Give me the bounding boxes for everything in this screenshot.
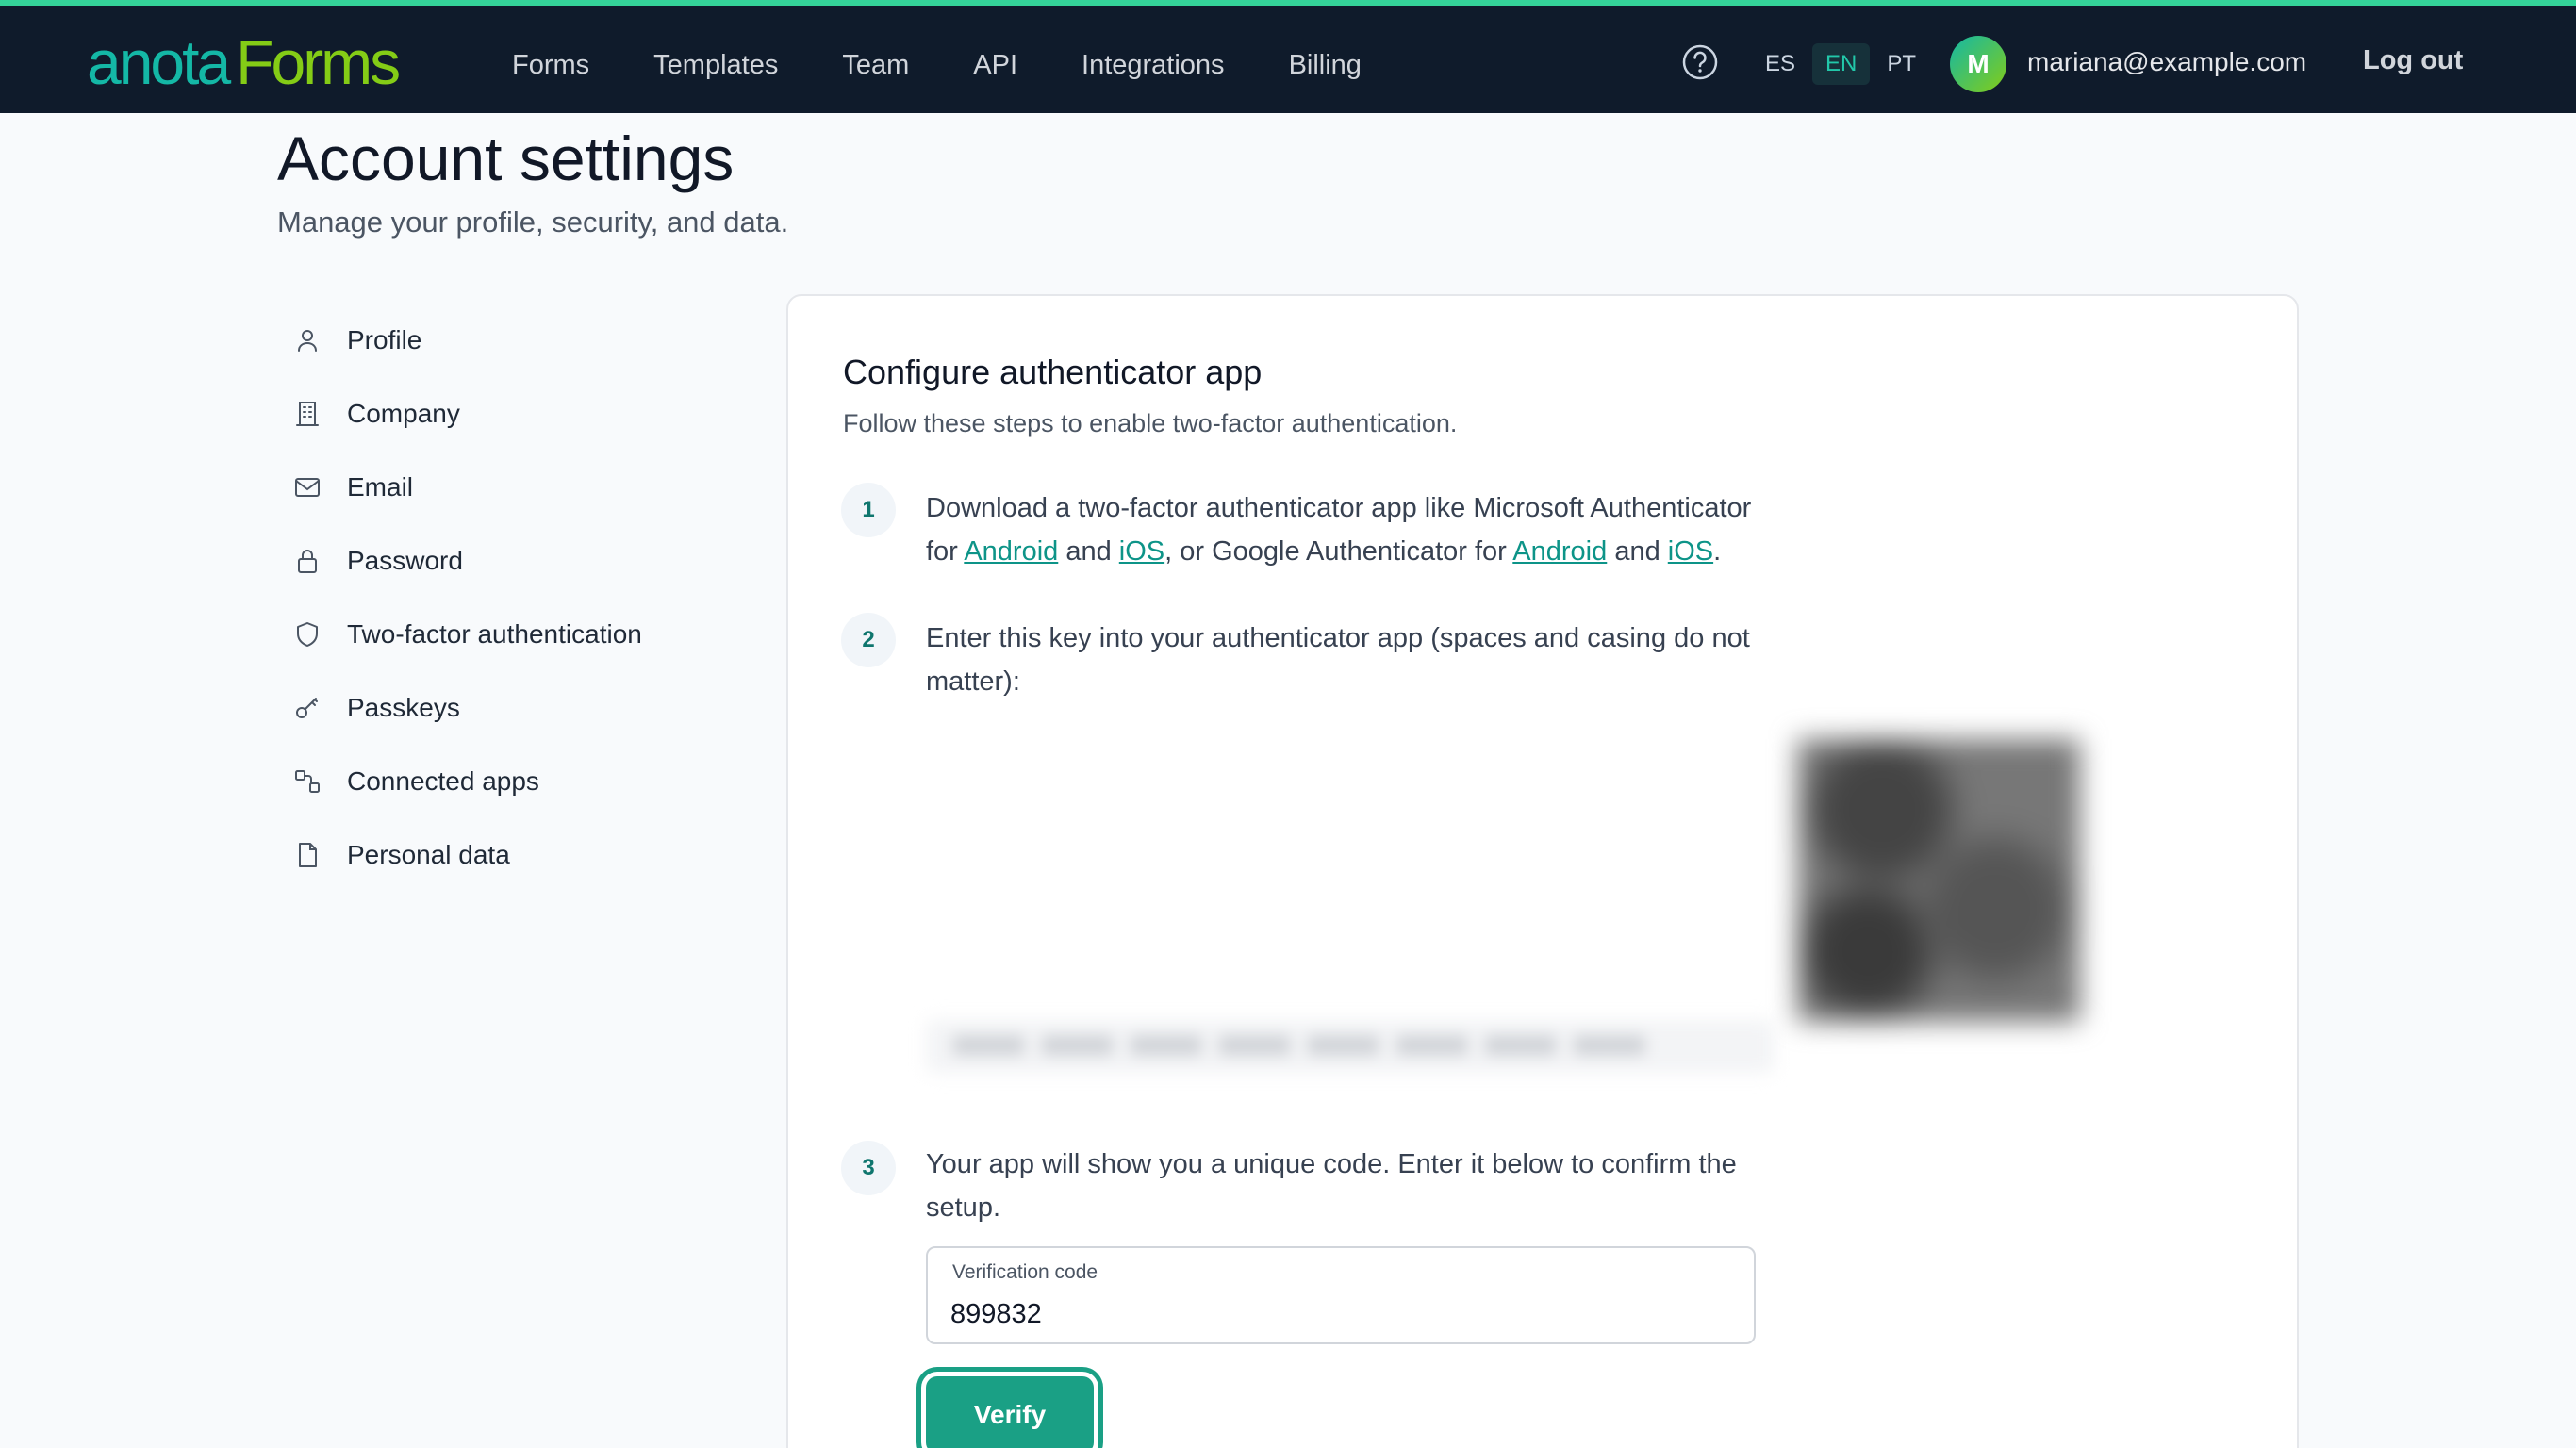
nav-forms[interactable]: Forms bbox=[512, 50, 589, 81]
mail-icon bbox=[295, 478, 320, 497]
main-nav: Forms Templates Team API Integrations Bi… bbox=[512, 11, 1426, 119]
step-3-text: Your app will show you a unique code. En… bbox=[926, 1149, 1737, 1223]
file-icon bbox=[299, 843, 317, 867]
step-1-end: . bbox=[1713, 536, 1722, 567]
avatar[interactable]: M bbox=[1950, 36, 2006, 92]
lang-en[interactable]: EN bbox=[1812, 43, 1871, 85]
sidebar-item-profile[interactable]: Profile bbox=[292, 304, 745, 377]
step-number-3: 3 bbox=[841, 1141, 896, 1195]
building-icon bbox=[296, 402, 319, 426]
step-1-text: Download a two-factor authenticator app … bbox=[926, 486, 1775, 573]
card-subtitle: Follow these steps to enable two-factor … bbox=[843, 409, 1458, 437]
logout-button[interactable]: Log out bbox=[2363, 45, 2463, 76]
sidebar-item-email[interactable]: Email bbox=[292, 451, 745, 524]
brand-logo-part1: anota bbox=[87, 27, 231, 97]
connected-apps-icon bbox=[295, 770, 320, 793]
sidebar-item-label: Connected apps bbox=[347, 766, 539, 796]
android-google-link[interactable]: Android bbox=[1512, 536, 1607, 567]
step-1-and-2: and bbox=[1607, 536, 1668, 567]
sidebar-item-label: Password bbox=[347, 546, 463, 575]
nav-templates[interactable]: Templates bbox=[653, 50, 778, 81]
card-title: Configure authenticator app bbox=[843, 353, 1263, 391]
nav-billing[interactable]: Billing bbox=[1289, 50, 1362, 81]
qr-code-image bbox=[1797, 739, 2080, 1022]
key-icon bbox=[296, 698, 318, 718]
sidebar-item-passkeys[interactable]: Passkeys bbox=[292, 671, 745, 745]
sidebar-item-label: Passkeys bbox=[347, 693, 460, 722]
language-switcher: ES EN PT bbox=[1752, 43, 1933, 85]
nav-api[interactable]: API bbox=[973, 50, 1017, 81]
brand-logo[interactable]: anota Forms bbox=[87, 25, 401, 100]
step-1-and-1: and bbox=[1058, 536, 1119, 567]
sidebar-item-personal-data[interactable]: Personal data bbox=[292, 818, 745, 892]
ios-google-link[interactable]: iOS bbox=[1668, 536, 1713, 567]
sidebar-item-label: Two-factor authentication bbox=[347, 619, 642, 649]
question-circle-icon[interactable] bbox=[1681, 43, 1719, 81]
sidebar-item-password[interactable]: Password bbox=[292, 524, 745, 598]
verify-button[interactable]: Verify bbox=[926, 1376, 1094, 1448]
top-navbar: anota Forms Forms Templates Team API Inte… bbox=[0, 0, 2576, 113]
lang-pt[interactable]: PT bbox=[1874, 43, 1929, 85]
brand-logo-part2: Forms bbox=[236, 27, 401, 97]
sidebar-item-label: Personal data bbox=[347, 840, 510, 869]
page-title: Account settings bbox=[277, 123, 735, 193]
step-2-text: Enter this key into your authenticator a… bbox=[926, 623, 1750, 697]
shield-icon bbox=[297, 622, 318, 647]
verification-code-input[interactable] bbox=[950, 1295, 1724, 1333]
lang-es[interactable]: ES bbox=[1752, 43, 1808, 85]
sidebar-item-label: Company bbox=[347, 399, 460, 428]
user-email[interactable]: mariana@example.com bbox=[2027, 47, 2306, 77]
user-icon bbox=[298, 330, 317, 352]
sidebar-item-two-factor[interactable]: Two-factor authentication bbox=[292, 598, 745, 671]
settings-sidebar: Profile Company Email Password Two-facto… bbox=[292, 304, 745, 892]
nav-team[interactable]: Team bbox=[842, 50, 909, 81]
verification-code-label: Verification code bbox=[952, 1261, 1098, 1283]
sidebar-item-label: Profile bbox=[347, 325, 422, 354]
sidebar-item-company[interactable]: Company bbox=[292, 377, 745, 451]
authenticator-setup-card: Configure authenticator app Follow these… bbox=[786, 294, 2299, 1448]
sidebar-item-connected-apps[interactable]: Connected apps bbox=[292, 745, 745, 818]
step-number-2: 2 bbox=[841, 613, 896, 667]
nav-integrations[interactable]: Integrations bbox=[1082, 50, 1225, 81]
step-number-1: 1 bbox=[841, 483, 896, 537]
lock-icon bbox=[298, 550, 317, 573]
sidebar-item-label: Email bbox=[347, 472, 414, 502]
ios-ms-link[interactable]: iOS bbox=[1119, 536, 1164, 567]
page-subtitle: Manage your profile, security, and data. bbox=[277, 206, 789, 239]
android-ms-link[interactable]: Android bbox=[964, 536, 1058, 567]
step-1-middle: , or Google Authenticator for bbox=[1164, 536, 1513, 567]
secret-key-blurred: xxxx xxxx xxxx xxxx xxxx xxxx xxxx xxxx bbox=[926, 1020, 1775, 1073]
verification-code-field[interactable]: Verification code bbox=[926, 1246, 1756, 1344]
